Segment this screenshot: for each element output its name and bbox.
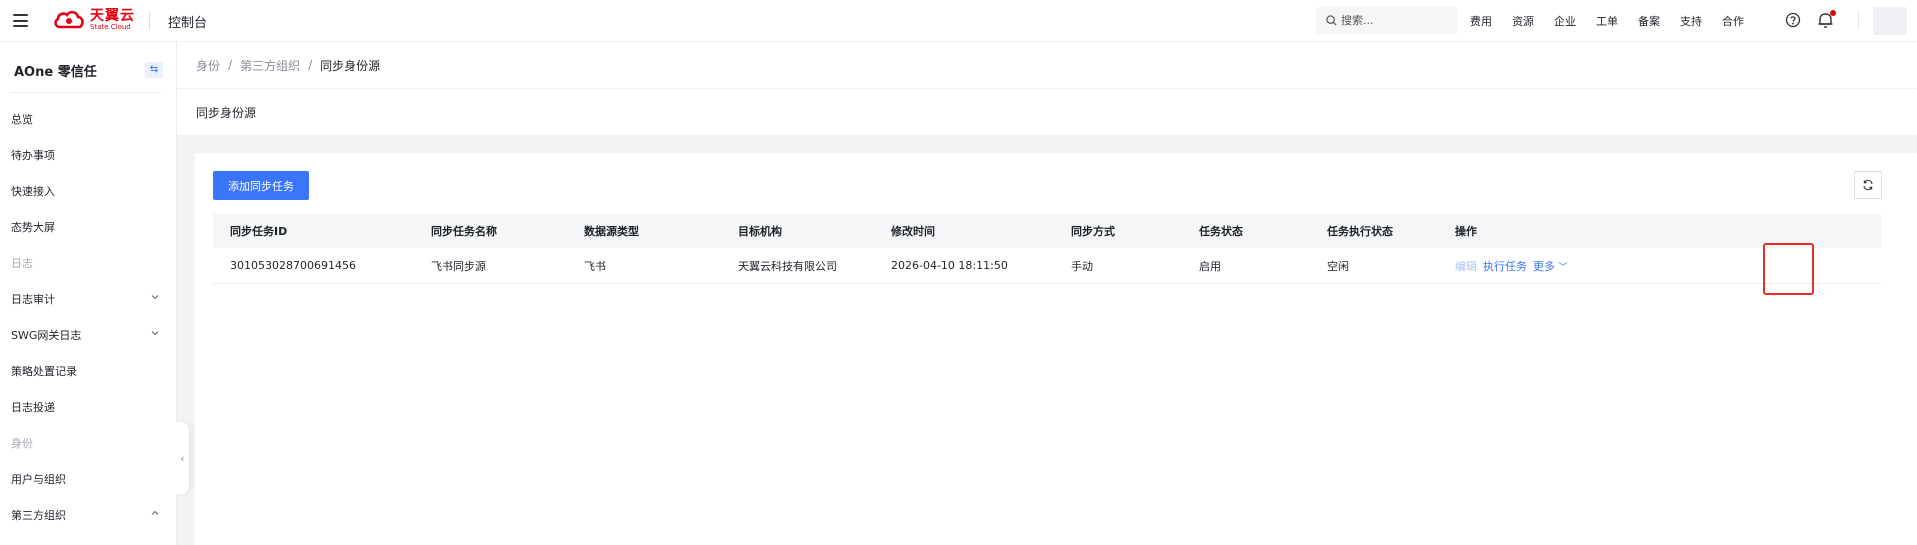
cell-source-type: 飞书 xyxy=(584,259,606,273)
cell-sync-mode: 手动 xyxy=(1071,259,1093,273)
cell-exec-status: 空闲 xyxy=(1327,259,1349,273)
help-icon[interactable] xyxy=(1785,12,1801,28)
chevron-left-icon: ‹ xyxy=(180,451,185,465)
nav-link-billing[interactable]: 费用 xyxy=(1470,13,1492,29)
nav-link-partners[interactable]: 合作 xyxy=(1722,13,1744,29)
menu-icon[interactable] xyxy=(13,14,28,27)
more-dropdown[interactable]: 更多 ﹀ xyxy=(1533,258,1568,274)
page-title: 同步身份源 xyxy=(177,89,1917,135)
breadcrumb-identity[interactable]: 身份 xyxy=(196,57,220,74)
add-sync-task-button[interactable]: 添加同步任务 xyxy=(213,171,309,200)
col-header-source-type: 数据源类型 xyxy=(584,225,639,238)
sidebar-item-todo[interactable]: 待办事项 xyxy=(11,147,55,163)
col-header-sync-mode: 同步方式 xyxy=(1071,225,1115,238)
breadcrumb-separator: / xyxy=(308,58,313,72)
refresh-icon xyxy=(1863,179,1873,191)
cell-task-id: 301053028700691456 xyxy=(230,259,356,272)
sidebar-item-log-audit[interactable]: 日志审计 xyxy=(11,291,55,307)
sidebar-item-overview[interactable]: 总览 xyxy=(11,111,33,127)
notification-dot xyxy=(1830,10,1836,16)
breadcrumb-separator: / xyxy=(228,58,233,72)
breadcrumb-current: 同步身份源 xyxy=(320,58,381,73)
table-row: 301053028700691456 飞书同步源 飞书 天翼云科技有限公司 20… xyxy=(213,248,1881,284)
col-header-target-org: 目标机构 xyxy=(738,225,782,238)
sidebar-item-users-org[interactable]: 用户与组织 xyxy=(11,471,66,487)
col-header-task-name: 同步任务名称 xyxy=(431,225,497,238)
sidebar-group-identity: 身份 xyxy=(11,437,33,450)
nav-link-filing[interactable]: 备案 xyxy=(1638,13,1660,29)
sidebar-collapse-handle[interactable]: ‹ xyxy=(176,422,189,494)
cell-modified-time: 2026-04-10 18:11:50 xyxy=(891,259,1008,272)
edit-link[interactable]: 编辑 xyxy=(1455,258,1477,274)
sidebar-item-policy-records[interactable]: 策略处置记录 xyxy=(11,363,77,379)
col-header-actions: 操作 xyxy=(1455,225,1477,238)
sync-task-table: 同步任务ID 同步任务名称 数据源类型 目标机构 修改时间 同步方式 任务状态 … xyxy=(213,214,1881,284)
search-input[interactable] xyxy=(1341,14,1441,27)
table-header: 同步任务ID 同步任务名称 数据源类型 目标机构 修改时间 同步方式 任务状态 … xyxy=(213,214,1881,248)
search-icon xyxy=(1326,15,1337,26)
nav-link-support[interactable]: 支持 xyxy=(1680,13,1702,29)
logo[interactable]: 天翼云 State Cloud xyxy=(52,9,135,31)
cell-target-org: 天翼云科技有限公司 xyxy=(738,259,837,273)
cell-task-status: 启用 xyxy=(1199,259,1221,273)
more-label: 更多 xyxy=(1533,259,1555,273)
sidebar-item-log-delivery[interactable]: 日志投递 xyxy=(11,399,55,415)
divider xyxy=(1858,10,1859,30)
run-task-link[interactable]: 执行任务 xyxy=(1483,258,1527,274)
col-header-task-id: 同步任务ID xyxy=(230,225,288,238)
search-box[interactable] xyxy=(1316,7,1457,34)
nav-link-resources[interactable]: 资源 xyxy=(1512,13,1534,29)
top-nav-links: 费用 资源 企业 工单 备案 支持 合作 xyxy=(1470,13,1764,29)
chevron-up-icon[interactable] xyxy=(150,508,160,518)
avatar[interactable] xyxy=(1873,7,1907,35)
refresh-button[interactable] xyxy=(1854,171,1882,199)
sidebar-item-swg-logs[interactable]: SWG网关日志 xyxy=(11,327,81,343)
col-header-exec-status: 任务执行状态 xyxy=(1327,225,1393,238)
nav-link-enterprise[interactable]: 企业 xyxy=(1554,13,1576,29)
nav-link-tickets[interactable]: 工单 xyxy=(1596,13,1618,29)
divider xyxy=(149,12,150,30)
sidebar-item-dashboard[interactable]: 态势大屏 xyxy=(11,219,55,235)
logo-text-cn: 天翼云 xyxy=(90,8,135,24)
sidebar-title: AOne 零信任 xyxy=(14,65,97,80)
sidebar: AOne 零信任 ⇆ 总览 待办事项 快速接入 态势大屏 日志 日志审计 SWG… xyxy=(0,42,177,545)
sidebar-item-quick-access[interactable]: 快速接入 xyxy=(11,183,55,199)
chevron-down-icon: ﹀ xyxy=(1558,262,1568,273)
breadcrumb-third-party-org[interactable]: 第三方组织 xyxy=(240,57,300,74)
console-link[interactable]: 控制台 xyxy=(168,12,207,31)
col-header-task-status: 任务状态 xyxy=(1199,225,1243,238)
content-card: 添加同步任务 同步任务ID 同步任务名称 数据源类型 目标机构 修改时间 同步方… xyxy=(195,153,1917,545)
chevron-down-icon[interactable] xyxy=(150,328,160,338)
top-bar: 天翼云 State Cloud 控制台 费用 资源 企业 工单 备案 支持 合作 xyxy=(0,0,1917,42)
divider xyxy=(10,92,161,93)
sidebar-item-third-party-org[interactable]: 第三方组织 xyxy=(11,507,66,523)
sidebar-group-logs: 日志 xyxy=(11,257,33,270)
logo-text-en: State Cloud xyxy=(90,23,131,31)
cell-task-name: 飞书同步源 xyxy=(431,259,486,273)
col-header-modified-time: 修改时间 xyxy=(891,225,935,238)
breadcrumb: 身份 / 第三方组织 / 同步身份源 xyxy=(177,42,1917,89)
cloud-logo-icon xyxy=(54,10,84,29)
switch-product-icon[interactable]: ⇆ xyxy=(145,62,163,78)
chevron-down-icon[interactable] xyxy=(150,292,160,302)
